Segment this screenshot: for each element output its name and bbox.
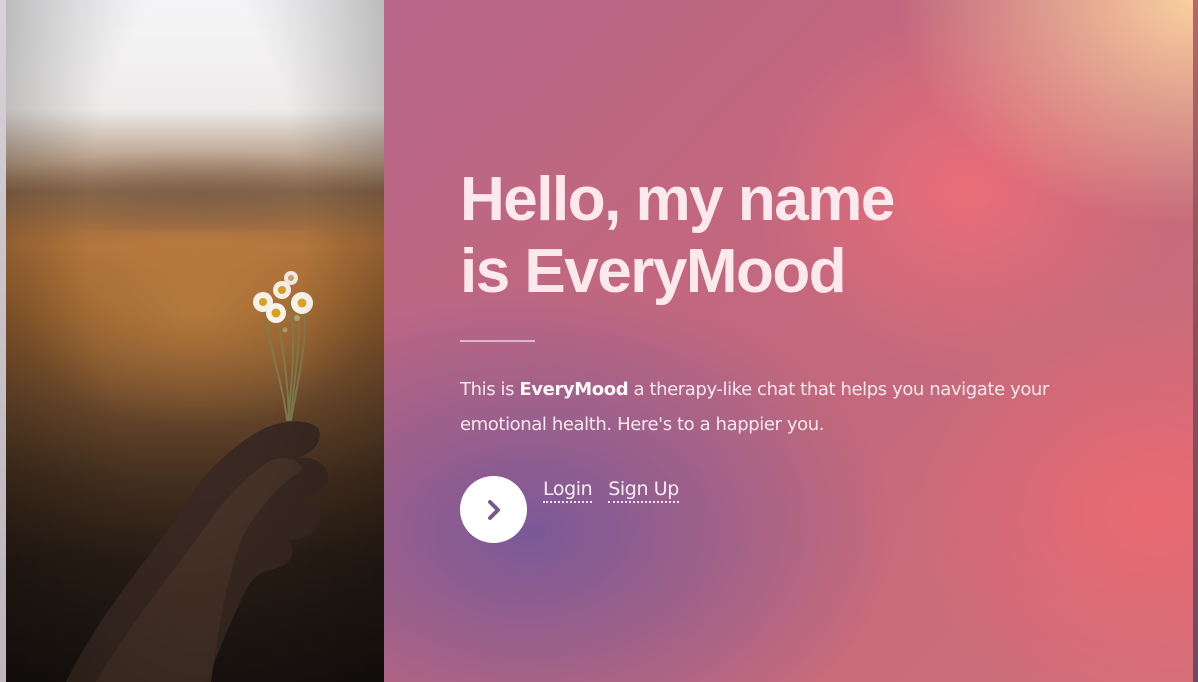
hero-panel: Hello, my name is EveryMood This is Ever…	[384, 0, 1193, 682]
hero-actions: Login Sign Up	[460, 476, 1100, 543]
hero-content: Hello, my name is EveryMood This is Ever…	[460, 164, 1100, 543]
auth-links: Login Sign Up	[543, 478, 695, 503]
hero-title-line-1: Hello, my name	[460, 165, 895, 234]
signup-link[interactable]: Sign Up	[608, 478, 679, 503]
hero-title-line-2: is EveryMood	[460, 237, 847, 306]
chevron-right-icon	[487, 499, 500, 520]
window-edge-right	[1193, 0, 1198, 682]
brand-name: EveryMood	[519, 379, 629, 400]
hero-photo	[6, 0, 384, 682]
login-link[interactable]: Login	[543, 478, 593, 503]
intro-text: This is EveryMood a therapy-like chat th…	[460, 372, 1060, 442]
app-frame: Hello, my name is EveryMood This is Ever…	[0, 0, 1198, 682]
photo-vignette	[6, 0, 384, 682]
intro-prefix: This is	[460, 379, 520, 400]
go-button[interactable]	[460, 476, 527, 543]
hero-title: Hello, my name is EveryMood	[460, 164, 1100, 308]
title-divider	[460, 340, 535, 342]
